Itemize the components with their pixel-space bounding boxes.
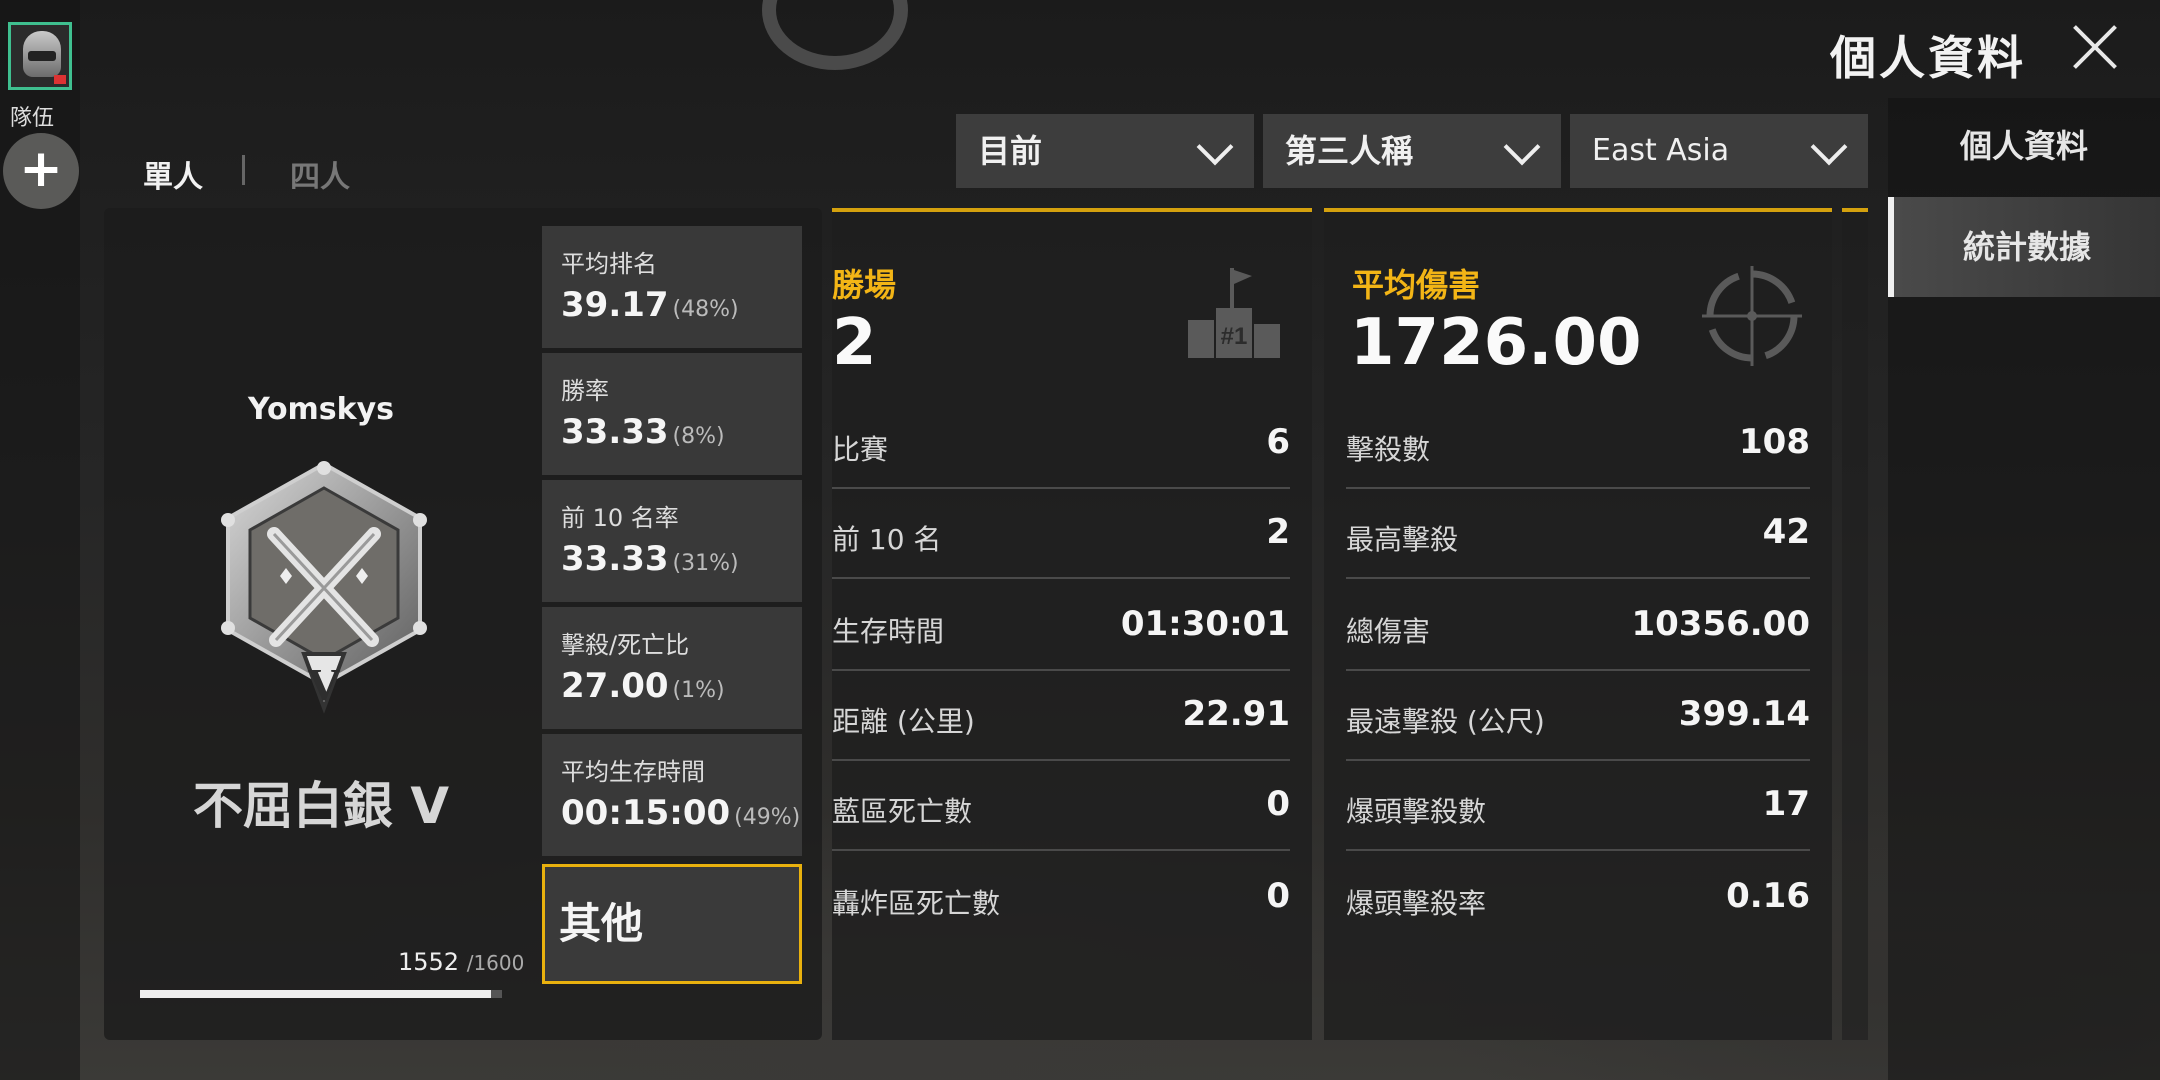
tile-label: 平均排名 xyxy=(561,250,657,278)
tab-statistics[interactable]: 統計數據 xyxy=(1888,197,2160,297)
tile-value: 33.33 (31%) xyxy=(561,539,739,579)
tile-value: 00:15:00 (49%) xyxy=(561,793,801,833)
tile-percent: (48%) xyxy=(672,297,739,322)
tile-value: 27.00 (1%) xyxy=(561,666,725,706)
row-kills-value: 108 xyxy=(1739,422,1810,462)
region-dropdown[interactable]: East Asia xyxy=(1570,114,1868,188)
row-headshot-rate-value: 0.16 xyxy=(1726,876,1810,916)
row-kills-label: 擊殺數 xyxy=(1346,433,1431,466)
row-max-kills-value: 42 xyxy=(1762,512,1810,552)
row-total-damage-value: 10356.00 xyxy=(1631,604,1810,644)
podium-rank-label: #1 xyxy=(1221,323,1248,350)
rank-badge-icon: V xyxy=(221,461,427,714)
tile-label: 前 10 名率 xyxy=(561,504,679,532)
row-divider xyxy=(1346,577,1810,579)
page-title: 個人資料 xyxy=(1830,31,2026,85)
row-divider xyxy=(832,577,1290,579)
tile-top10-rate[interactable]: 前 10 名率 33.33 (31%) xyxy=(542,480,802,602)
row-longest-kill-value: 399.14 xyxy=(1678,694,1810,734)
tile-label: 平均生存時間 xyxy=(561,758,705,786)
team-label: 隊伍 xyxy=(10,106,55,131)
row-divider xyxy=(832,849,1290,851)
tile-avg-survival[interactable]: 平均生存時間 00:15:00 (49%) xyxy=(542,734,802,856)
chevron-down-icon xyxy=(1810,128,1848,166)
rank-progress-fill xyxy=(140,990,492,998)
row-headshots-label: 爆頭擊殺數 xyxy=(1346,795,1487,828)
tile-percent: (49%) xyxy=(734,805,801,830)
rank-numeral: V xyxy=(307,659,340,710)
row-divider xyxy=(1346,849,1810,851)
tile-win-rate[interactable]: 勝率 33.33 (8%) xyxy=(542,353,802,475)
tile-kd-ratio[interactable]: 擊殺/死亡比 27.00 (1%) xyxy=(542,607,802,729)
row-matches-value: 6 xyxy=(1266,422,1290,462)
season-dropdown-value: 目前 xyxy=(978,132,1043,170)
rank-progress-bar xyxy=(140,990,502,998)
perspective-dropdown[interactable]: 第三人稱 xyxy=(1263,114,1561,188)
crosshair-icon xyxy=(1702,266,1802,366)
tile-value: 39.17 (48%) xyxy=(561,285,739,325)
row-survival-label: 生存時間 xyxy=(832,615,945,648)
tile-avg-rank[interactable]: 平均排名 39.17 (48%) xyxy=(542,226,802,348)
podium-icon: #1 xyxy=(1188,268,1280,358)
rank-name: 不屈白銀 V xyxy=(192,777,450,835)
row-divider xyxy=(832,669,1290,671)
row-distance-label: 距離 (公里) xyxy=(832,705,975,738)
perspective-dropdown-value: 第三人稱 xyxy=(1285,132,1414,170)
tile-percent: (1%) xyxy=(672,678,725,703)
row-headshots-value: 17 xyxy=(1762,784,1810,824)
mode-tab-solo[interactable]: 單人 xyxy=(143,152,203,196)
chevron-down-icon xyxy=(1196,128,1234,166)
loading-spinner-icon xyxy=(762,0,908,70)
row-top10-label: 前 10 名 xyxy=(832,523,942,556)
tile-label: 勝率 xyxy=(561,377,609,405)
rank-points: 1552 /1600 xyxy=(398,948,524,976)
region-dropdown-value: East Asia xyxy=(1592,133,1730,168)
add-teammate-button[interactable]: + xyxy=(3,133,79,209)
wins-heading: 勝場 xyxy=(832,266,897,304)
player-name: Yomskys xyxy=(247,392,395,427)
mode-tab-squad[interactable]: 四人 xyxy=(290,152,350,196)
next-panel-edge xyxy=(1842,208,1868,1040)
tile-label: 擊殺/死亡比 xyxy=(561,631,690,659)
row-divider xyxy=(1346,487,1810,489)
tile-percent: (31%) xyxy=(672,551,739,576)
row-matches-label: 比賽 xyxy=(832,433,889,466)
row-distance-value: 22.91 xyxy=(1182,694,1290,734)
row-bluezone-deaths-label: 藍區死亡數 xyxy=(832,795,973,828)
tile-other[interactable]: 其他 xyxy=(542,864,802,984)
row-total-damage-label: 總傷害 xyxy=(1346,615,1431,648)
season-dropdown[interactable]: 目前 xyxy=(956,114,1254,188)
rank-points-max: /1600 xyxy=(466,951,525,975)
row-divider xyxy=(1346,669,1810,671)
row-divider xyxy=(832,487,1290,489)
row-survival-value: 01:30:01 xyxy=(1120,604,1290,644)
row-top10-value: 2 xyxy=(1266,512,1290,552)
tile-percent: (8%) xyxy=(672,424,725,449)
row-divider xyxy=(832,759,1290,761)
row-divider xyxy=(1346,759,1810,761)
tile-value: 33.33 (8%) xyxy=(561,412,725,452)
mode-tab-divider xyxy=(242,155,245,185)
row-max-kills-label: 最高擊殺 xyxy=(1346,523,1459,556)
player-avatar[interactable] xyxy=(8,22,72,90)
row-bluezone-deaths-value: 0 xyxy=(1266,784,1290,824)
row-redzone-deaths-value: 0 xyxy=(1266,876,1290,916)
rank-points-value: 1552 xyxy=(398,948,460,976)
chevron-down-icon xyxy=(1503,128,1541,166)
tab-profile[interactable]: 個人資料 xyxy=(1888,96,2160,196)
row-headshot-rate-label: 爆頭擊殺率 xyxy=(1346,887,1487,920)
damage-heading: 平均傷害 xyxy=(1352,266,1481,304)
row-redzone-deaths-label: 轟炸區死亡數 xyxy=(832,887,1001,920)
wins-value: 2 xyxy=(832,306,877,380)
row-longest-kill-label: 最遠擊殺 (公尺) xyxy=(1346,705,1545,738)
close-icon[interactable] xyxy=(2070,22,2120,72)
damage-value: 1726.00 xyxy=(1350,306,1642,380)
